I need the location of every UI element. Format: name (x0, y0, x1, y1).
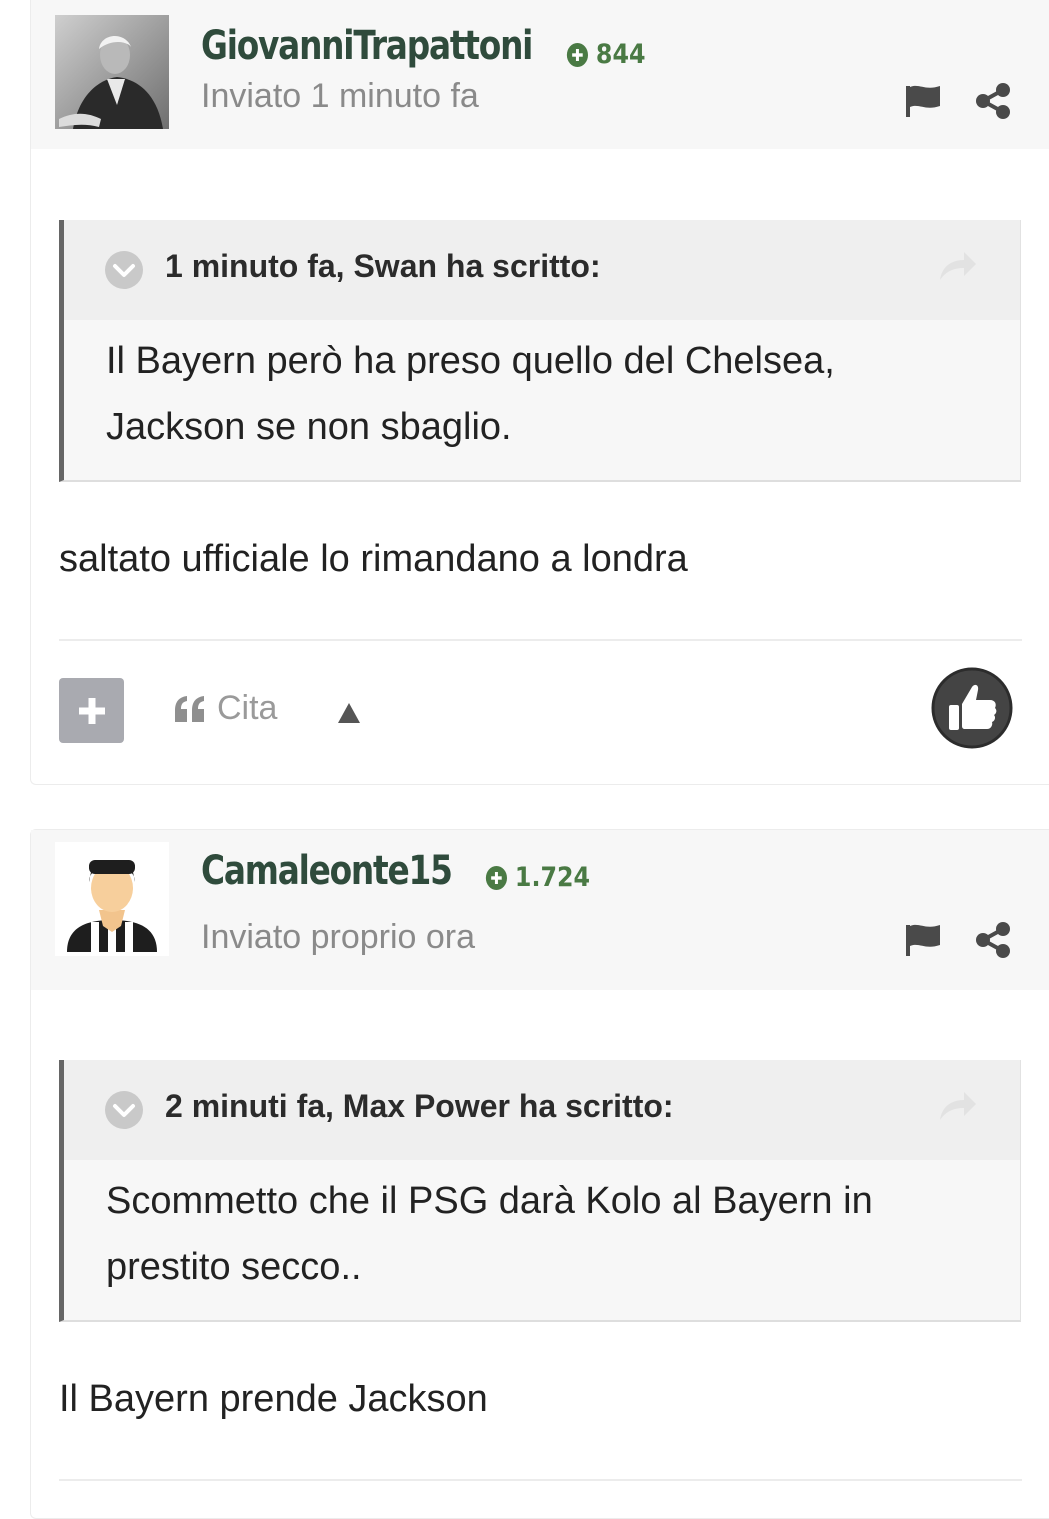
reputation-badge: 844 (566, 39, 646, 70)
share-icon[interactable] (973, 81, 1013, 121)
post-date: Inviato proprio ora (201, 918, 476, 956)
share-icon[interactable] (973, 920, 1013, 960)
avatar[interactable] (55, 15, 169, 129)
quote-line: Scommetto che il PSG darà Kolo al Bayern… (106, 1180, 873, 1222)
quote-text: Il Bayern però ha preso quello del Chels… (64, 320, 1020, 480)
reputation-badge: 1.724 (485, 862, 590, 893)
quote-line: prestito secco.. (106, 1246, 362, 1288)
post-content: Il Bayern prende Jackson (59, 1378, 488, 1420)
quote-text: Scommetto che il PSG darà Kolo al Bayern… (64, 1160, 1020, 1320)
quote-citation: 2 minuti fa, Max Power ha scritto: (165, 1088, 674, 1124)
quote-citation: 1 minuto fa, Swan ha scritto: (165, 248, 601, 284)
multiquote-button[interactable] (59, 678, 124, 743)
divider (59, 639, 1022, 641)
reputation-count: 844 (595, 39, 646, 70)
reputation-count: 1.724 (514, 862, 591, 893)
post-content: saltato ufficiale lo rimandano a londra (59, 538, 688, 580)
username[interactable]: Camaleonte15 (201, 848, 453, 894)
plus-circle-icon (485, 865, 507, 890)
quote-header: 2 minuti fa, Max Power ha scritto: (64, 1060, 1020, 1160)
quote-icon (175, 695, 204, 722)
quote-header: 1 minuto fa, Swan ha scritto: (64, 220, 1020, 320)
plus-icon (78, 697, 105, 724)
username[interactable]: GiovanniTrapattoni (201, 23, 533, 69)
post: GiovanniTrapattoni 844 Inviato 1 minuto … (30, 0, 1049, 785)
thumbs-up-icon[interactable] (931, 667, 1013, 749)
post: Camaleonte15 1.724 Inviato proprio ora 2… (30, 829, 1049, 1519)
avatar-photo (55, 15, 169, 129)
quote-line: Il Bayern però ha preso quello del Chels… (106, 340, 835, 382)
avatar[interactable] (55, 842, 169, 956)
flag-icon[interactable] (903, 920, 943, 960)
post-header: GiovanniTrapattoni 844 Inviato 1 minuto … (31, 0, 1049, 149)
post-date: Inviato 1 minuto fa (201, 77, 479, 115)
quote-block: 2 minuti fa, Max Power ha scritto: Scomm… (59, 1060, 1021, 1322)
quote-block: 1 minuto fa, Swan ha scritto: Il Bayern … (59, 220, 1021, 482)
quote-share-icon[interactable] (938, 1088, 978, 1124)
chevron-down-icon[interactable] (104, 250, 144, 290)
default-avatar-icon (55, 842, 169, 956)
flag-icon[interactable] (903, 81, 943, 121)
quote-share-icon[interactable] (938, 248, 978, 284)
plus-circle-icon (566, 42, 588, 67)
caret-up-icon[interactable] (337, 702, 361, 724)
post-header: Camaleonte15 1.724 Inviato proprio ora (31, 830, 1049, 990)
quote-line: Jackson se non sbaglio. (106, 406, 512, 448)
cite-button[interactable]: Cita (173, 689, 277, 728)
divider (59, 1479, 1022, 1481)
chevron-down-icon[interactable] (104, 1090, 144, 1130)
cite-label: Cita (217, 689, 278, 727)
